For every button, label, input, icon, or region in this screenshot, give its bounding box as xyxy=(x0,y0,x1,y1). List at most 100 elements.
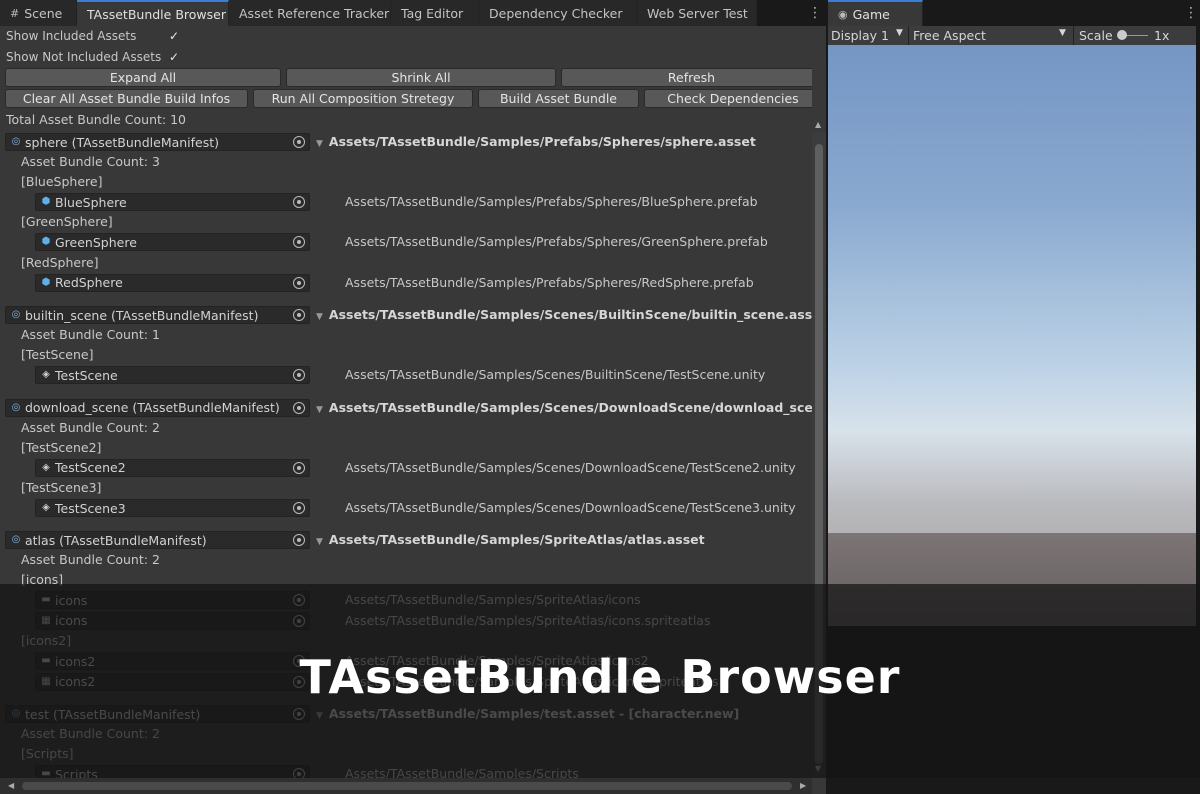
asset-path: Assets/TAssetBundle/Samples/Prefabs/Sphe… xyxy=(345,274,754,290)
tab-label: Asset Reference Tracker xyxy=(239,5,390,21)
scale-label: Scale xyxy=(1079,28,1113,43)
scene-icon: ◈ xyxy=(42,461,50,473)
tab-game-label: Game xyxy=(852,6,890,22)
asset-name: TestScene3 xyxy=(55,500,126,516)
manifest-path[interactable]: ▼ Assets/TAssetBundle/Samples/Scenes/Down… xyxy=(316,400,812,415)
manifest-path-text: Assets/TAssetBundle/Samples/SpriteAtlas/… xyxy=(328,532,705,548)
asset-bundle-count: Asset Bundle Count: 2 xyxy=(21,419,160,435)
tab-scene[interactable]: # Scene xyxy=(0,0,77,26)
manifest-path[interactable]: ▼ Assets/TAssetBundle/Samples/SpriteAtlas… xyxy=(316,532,705,547)
foldout-arrow-icon[interactable]: ▼ xyxy=(316,312,323,322)
bundle-tag-label: [GreenSphere] xyxy=(21,214,113,230)
asset-name: GreenSphere xyxy=(55,234,137,250)
game-toolbar: Display 1 ▼ Free Aspect ▼ Scale 1x xyxy=(828,26,1196,45)
manifest-field[interactable]: ◎ builtin_scene (TAssetBundleManifest) xyxy=(5,306,310,325)
asset-path: Assets/TAssetBundle/Samples/Scenes/Downl… xyxy=(345,500,796,515)
tab-dependency-checker[interactable]: Dependency Checker xyxy=(479,0,637,26)
aspect-dropdown[interactable]: Free Aspect xyxy=(913,28,986,43)
tab-tassetbundle-browser[interactable]: TAssetBundle Browser xyxy=(77,0,229,26)
manifest-path-text: Assets/TAssetBundle/Samples/Scenes/Built… xyxy=(328,307,812,323)
check-dependencies-button[interactable]: Check Dependencies xyxy=(644,89,812,108)
tab-label: Web Server Test xyxy=(647,5,748,21)
object-picker-icon[interactable] xyxy=(293,502,305,514)
manifest-path-text: Assets/TAssetBundle/Samples/Prefabs/Sphe… xyxy=(328,134,756,149)
asset-field[interactable]: ⬢ GreenSphere xyxy=(35,233,310,252)
foldout-arrow-icon[interactable]: ▼ xyxy=(316,537,323,547)
bundle-tag-label: [TestScene2] xyxy=(21,439,102,455)
asset-field[interactable]: ◈ TestScene xyxy=(35,366,310,385)
manifest-path-text: Assets/TAssetBundle/Samples/Scenes/Downl… xyxy=(328,399,812,415)
show-not-included-option[interactable]: Show Not Included Assets ✓ xyxy=(6,47,179,66)
asset-path: Assets/TAssetBundle/Samples/Prefabs/Sphe… xyxy=(345,234,768,250)
manifest-icon: ◎ xyxy=(11,534,21,546)
show-included-option[interactable]: Show Included Assets ✓ xyxy=(6,26,179,45)
asset-field[interactable]: ◈ TestScene2 xyxy=(35,458,310,477)
foldout-arrow-icon[interactable]: ▼ xyxy=(316,405,323,415)
scroll-right-icon[interactable]: ▶ xyxy=(800,781,806,790)
game-tab-bar: ◉ Game xyxy=(828,0,1200,26)
toolbar-divider xyxy=(1073,26,1074,45)
manifest-icon: ◎ xyxy=(11,401,21,413)
tab-label: Scene xyxy=(24,5,63,21)
show-not-included-checkbox[interactable]: ✓ xyxy=(167,50,181,64)
game-render-view[interactable] xyxy=(828,45,1196,626)
object-picker-icon[interactable] xyxy=(293,309,305,322)
manifest-name: sphere (TAssetBundleManifest) xyxy=(25,134,220,150)
game-menu-icon[interactable]: ⋮ xyxy=(1184,5,1198,21)
object-picker-icon[interactable] xyxy=(293,136,305,148)
object-picker-icon[interactable] xyxy=(293,196,305,208)
tab-asset-reference-tracker[interactable]: Asset Reference Tracker xyxy=(229,0,391,26)
scale-slider-handle[interactable] xyxy=(1117,30,1127,40)
refresh-button[interactable]: Refresh xyxy=(561,68,812,87)
clear-build-infos-button[interactable]: Clear All Asset Bundle Build Infos xyxy=(5,89,248,108)
tab-menu-icon[interactable]: ⋮ xyxy=(808,5,822,21)
display-value: Display 1 xyxy=(831,28,890,43)
object-picker-icon[interactable] xyxy=(293,401,305,414)
scene-icon: ◈ xyxy=(42,369,50,381)
horizontal-scrollbar[interactable]: ◀ ▶ xyxy=(0,778,812,794)
grid-icon: # xyxy=(10,6,20,20)
asset-name: TestScene2 xyxy=(55,460,126,476)
expand-all-button[interactable]: Expand All xyxy=(5,68,281,87)
manifest-path[interactable]: ▼ Assets/TAssetBundle/Samples/Scenes/Buil… xyxy=(316,307,812,322)
display-dropdown[interactable]: Display 1 xyxy=(831,28,889,43)
chevron-down-icon: ▼ xyxy=(1059,28,1066,38)
asset-field[interactable]: ◈ TestScene3 xyxy=(35,499,310,517)
tab-web-server-test[interactable]: Web Server Test xyxy=(637,0,757,26)
show-included-checkbox[interactable]: ✓ xyxy=(167,29,181,43)
bundle-tag-label: [RedSphere] xyxy=(21,254,99,270)
foldout-arrow-icon[interactable]: ▼ xyxy=(316,139,323,149)
asset-name: TestScene xyxy=(55,367,118,383)
object-picker-icon[interactable] xyxy=(293,369,305,382)
object-picker-icon[interactable] xyxy=(293,276,305,289)
asset-bundle-count: Asset Bundle Count: 3 xyxy=(21,154,160,169)
build-asset-bundle-button[interactable]: Build Asset Bundle xyxy=(478,89,639,108)
horizontal-scroll-thumb[interactable] xyxy=(22,782,792,790)
scroll-up-icon[interactable]: ▲ xyxy=(815,120,821,129)
manifest-path[interactable]: ▼ Assets/TAssetBundle/Samples/Prefabs/Sph… xyxy=(316,134,756,149)
run-composition-button[interactable]: Run All Composition Stretegy xyxy=(253,89,473,108)
manifest-field[interactable]: ◎ download_scene (TAssetBundleManifest) xyxy=(5,398,310,417)
object-picker-icon[interactable] xyxy=(293,461,305,474)
tab-label: TAssetBundle Browser xyxy=(87,6,226,22)
manifest-name: atlas (TAssetBundleManifest) xyxy=(25,532,207,548)
bundle-tag-label: [BlueSphere] xyxy=(21,174,103,189)
object-picker-icon[interactable] xyxy=(293,236,305,249)
scale-value: 1x xyxy=(1154,28,1170,43)
scroll-left-icon[interactable]: ◀ xyxy=(8,781,14,790)
tab-tag-editor[interactable]: Tag Editor xyxy=(391,0,479,26)
object-picker-icon[interactable] xyxy=(293,534,305,547)
show-not-included-label: Show Not Included Assets xyxy=(6,49,162,64)
manifest-field[interactable]: ◎ sphere (TAssetBundleManifest) xyxy=(5,133,310,151)
manifest-field[interactable]: ◎ atlas (TAssetBundleManifest) xyxy=(5,531,310,550)
asset-bundle-count: Asset Bundle Count: 1 xyxy=(21,327,160,343)
shrink-all-button[interactable]: Shrink All xyxy=(286,68,556,87)
tab-game[interactable]: ◉ Game xyxy=(828,0,923,26)
manifest-name: builtin_scene (TAssetBundleManifest) xyxy=(25,307,259,323)
asset-field[interactable]: ⬢ RedSphere xyxy=(35,273,310,292)
gamepad-icon: ◉ xyxy=(838,7,848,21)
asset-bundle-count: Asset Bundle Count: 2 xyxy=(21,552,160,568)
scene-icon: ◈ xyxy=(42,502,50,513)
manifest-name: download_scene (TAssetBundleManifest) xyxy=(25,400,280,416)
asset-field[interactable]: ⬢ BlueSphere xyxy=(35,193,310,211)
